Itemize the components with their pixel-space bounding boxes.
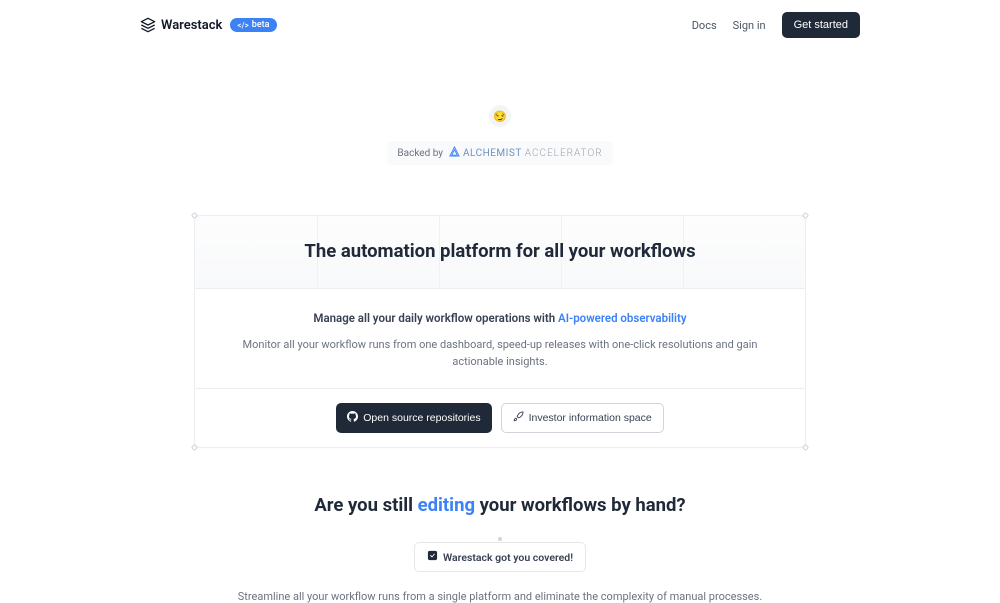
accelerator-name: ALCHEMIST [463,148,522,159]
open-source-button[interactable]: Open source repositories [336,403,491,433]
hero-subtitle-prefix: Manage all your daily workflow operation… [313,311,558,325]
code-icon: </> [237,21,248,30]
secondary-title-suffix: your workflows by hand? [475,494,686,516]
backed-by-label: Backed by [397,148,443,159]
beta-label: beta [252,20,270,30]
secondary-description: Streamline all your workflow runs from a… [0,590,1000,603]
backed-by-row: Backed by ALCHEMIST ACCELERATOR [387,141,612,165]
hero-body-section: Manage all your daily workflow operation… [195,289,805,389]
accelerator-sub: ACCELERATOR [525,148,603,159]
github-icon [347,411,358,425]
cta-primary-label: Open source repositories [363,412,480,424]
covered-badge: Warestack got you covered! [414,542,586,572]
nav-docs[interactable]: Docs [692,19,717,32]
get-started-button[interactable]: Get started [782,12,860,38]
secondary-title-prefix: Are you still [314,494,417,516]
hero-subtitle-highlight: AI-powered observability [558,311,687,325]
header-left: Warestack </> beta [140,17,277,33]
hero-panel: The automation platform for all your wor… [194,215,806,448]
logo-text: Warestack [161,18,222,33]
beta-badge: </> beta [230,18,276,32]
secondary-title-highlight: editing [418,494,475,516]
hero-subtitle: Manage all your daily workflow operation… [221,311,779,325]
cta-secondary-label: Investor information space [529,412,652,424]
header-right: Docs Sign in Get started [692,12,860,38]
hero-title-section: The automation platform for all your wor… [195,216,805,289]
logo-link[interactable]: Warestack [140,17,222,33]
hero-cta-section: Open source repositories Investor inform… [195,389,805,447]
main: 😏 Backed by ALCHEMIST ACCELERATOR The au… [0,50,1000,603]
investor-button[interactable]: Investor information space [501,403,664,433]
divider-dot-icon [498,537,502,541]
hero-title: The automation platform for all your wor… [215,240,785,262]
secondary-title: Are you still editing your workflows by … [0,494,1000,516]
secondary-section: Are you still editing your workflows by … [0,494,1000,603]
avatar-icon: 😏 [489,105,511,127]
rocket-icon [513,411,524,425]
alchemist-icon [449,146,460,160]
accelerator-logo: ALCHEMIST ACCELERATOR [449,146,603,160]
hero-description: Monitor all your workflow runs from one … [221,337,779,370]
stack-icon [140,17,156,33]
header: Warestack </> beta Docs Sign in Get star… [0,0,1000,50]
covered-label: Warestack got you covered! [443,551,573,564]
check-icon [427,550,438,564]
nav-signin[interactable]: Sign in [733,19,766,32]
